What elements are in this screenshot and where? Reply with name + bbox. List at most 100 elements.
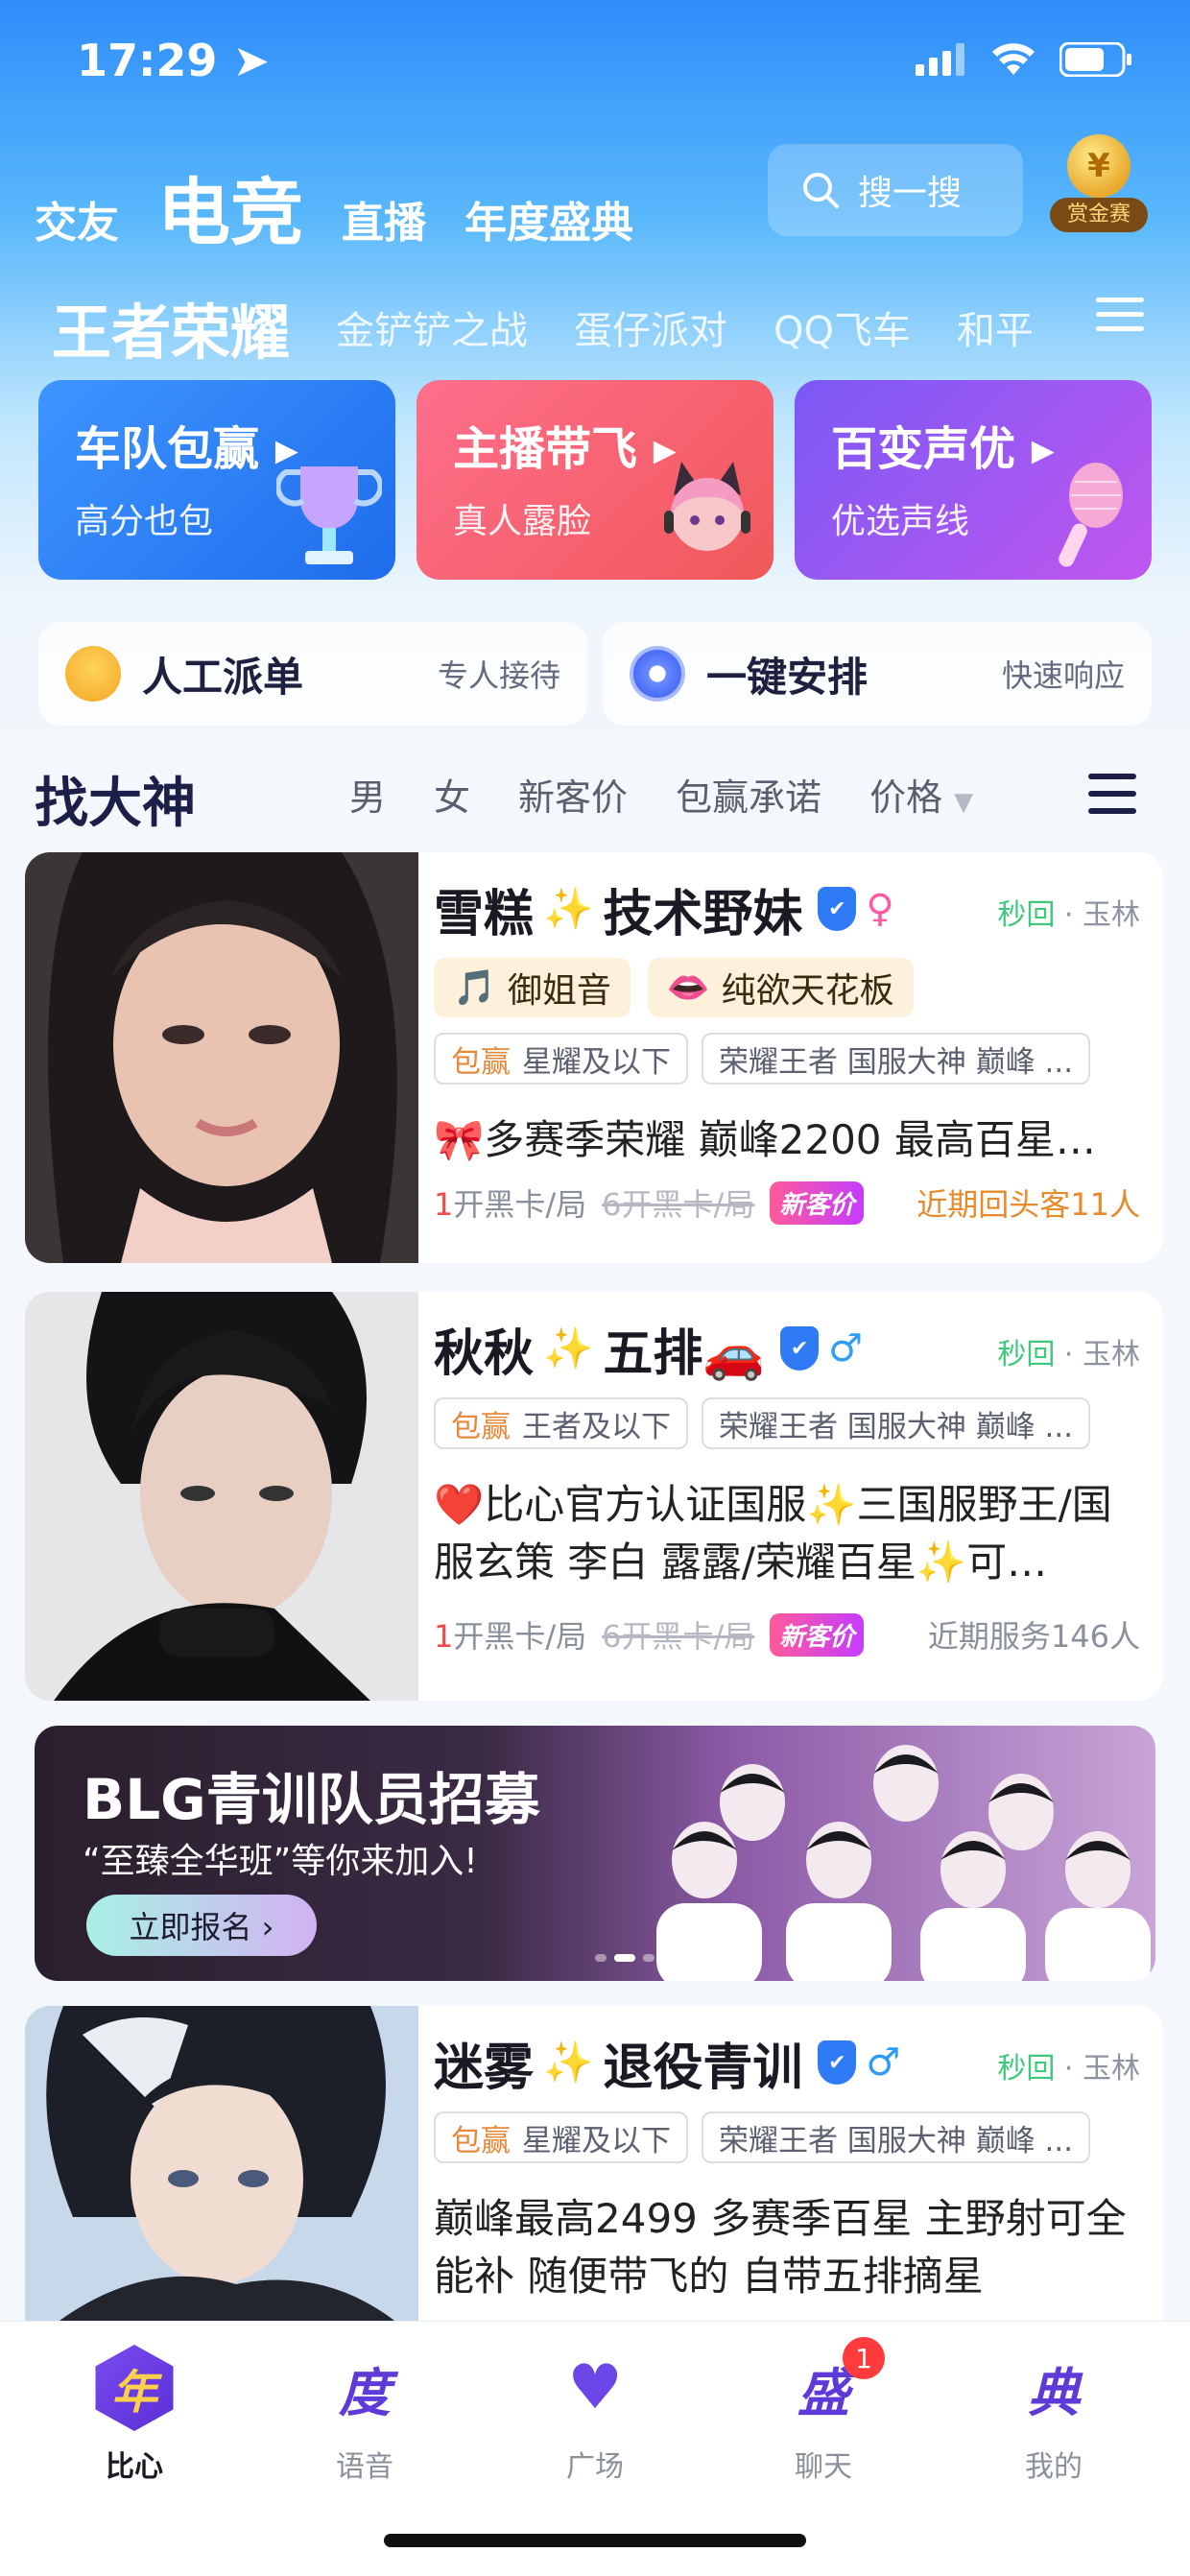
player-card[interactable]: 雪糕 ✨ 技术野妹 ✔ ♀ 秒回 · 玉林 🎵 御姐音 👄 纯欲天花板 包赢 星… [25, 852, 1163, 1263]
banner-title: BLG青训队员招募 [83, 1767, 540, 1832]
nav-label: 语音 [336, 2450, 393, 2484]
player-title: 技术野妹 [603, 885, 803, 943]
new-customer-badge: 新客价 [770, 1181, 865, 1225]
nav-label: 聊天 [795, 2450, 852, 2484]
tab-friends[interactable]: 交友 [35, 188, 119, 250]
microphone-icon [1059, 463, 1123, 567]
sparkle-icon: ✨ [543, 885, 594, 932]
win-guarantee-tag: 包赢 星耀及以下 [434, 2111, 688, 2163]
wifi-icon [992, 43, 1035, 75]
nav-profile[interactable]: 典 我的 [958, 2345, 1150, 2485]
anime-girl-avatar-icon [664, 462, 750, 551]
game-tab-honor-of-kings[interactable]: 王者荣耀 [52, 284, 290, 370]
service-one-click-arrange[interactable]: 一键安排 快速响应 [603, 622, 1152, 726]
nav-chat[interactable]: 盛 1 聊天 [727, 2337, 919, 2485]
recruitment-banner[interactable]: BLG青训队员招募 “至臻全华班”等你来加入! 立即报名 › [35, 1726, 1155, 1981]
filter-male[interactable]: 男 [349, 768, 386, 821]
tab-annual-gala[interactable]: 年度盛典 [464, 188, 633, 250]
nav-voice[interactable]: 度 语音 [269, 2345, 461, 2485]
promo-card-voice-actor[interactable]: 百变声优 ▸ 优选声线 [795, 380, 1152, 580]
search-input[interactable]: 搜一搜 [768, 144, 1023, 236]
player-title: 退役青训 [603, 2039, 803, 2097]
filter-menu-icon[interactable] [1088, 774, 1136, 814]
player-description: ❤️比心官方认证国服✨三国服野王/国服玄策 李白 露露/荣耀百星✨可… [434, 1481, 1112, 1586]
bounty-button[interactable]: ¥ 赏金赛 [1050, 134, 1148, 238]
section-title: 找大神 [35, 773, 196, 835]
nav-glyph: ♥ [567, 2352, 623, 2423]
tab-esports[interactable]: 电竞 [157, 154, 303, 259]
filter-win-guarantee[interactable]: 包赢承诺 [676, 768, 821, 821]
filter-new-customer-price[interactable]: 新客价 [518, 768, 628, 821]
player-photo [25, 1292, 418, 1701]
player-meta: 秒回 · 玉林 [997, 2052, 1140, 2086]
tag-text: 星耀及以下 [522, 1044, 671, 1080]
signup-button[interactable]: 立即报名 › [86, 1895, 317, 1956]
search-icon [803, 173, 839, 208]
player-photo [25, 2006, 418, 2332]
service-title: 人工派单 [142, 653, 304, 701]
bounty-label: 赏金赛 [1050, 198, 1148, 232]
player-description: 🎀多赛季荣耀 巅峰2200 最高百星… [434, 1116, 1096, 1163]
promo-card-streamer-carry[interactable]: 主播带飞 ▸ 真人露脸 [416, 380, 774, 580]
win-guarantee-tag: 包赢 王者及以下 [434, 1397, 688, 1449]
male-icon: ♂ [866, 2040, 901, 2085]
player-meta: 秒回 · 玉林 [997, 1338, 1140, 1371]
carousel-dots [595, 1954, 654, 1962]
player-location: 玉林 [1083, 2052, 1140, 2086]
game-tabs: 王者荣耀 金铲铲之战 蛋仔派对 QQ飞车 和平 [52, 284, 1034, 370]
voice-tag-label: 纯欲天花板 [721, 971, 894, 1011]
price-number: 1 [434, 1186, 454, 1223]
signal-icon [916, 43, 964, 76]
nav-square[interactable]: ♥ 广场 [499, 2345, 691, 2485]
compass-icon [630, 646, 685, 702]
rank-tag: 荣耀王者 国服大神 巅峰 ... [702, 2111, 1091, 2163]
tag-text: 星耀及以下 [522, 2123, 671, 2159]
service-subtitle: 快速响应 [1001, 657, 1125, 694]
price-row: 1开黑卡/局 6开黑卡/局 新客价 近期服务146人 [434, 1612, 1140, 1657]
service-manual-dispatch[interactable]: 人工派单 专人接待 [38, 622, 587, 726]
rank-tag: 荣耀王者 国服大神 巅峰 ... [702, 1397, 1091, 1449]
tag-text: 王者及以下 [522, 1409, 671, 1444]
player-card[interactable]: 秋秋 ✨ 五排🚗 ✔ ♂ 秒回 · 玉林 包赢 王者及以下 荣耀王者 国服大神 … [25, 1292, 1163, 1701]
game-tab-eggy-party[interactable]: 蛋仔派对 [574, 299, 727, 355]
game-menu-icon[interactable] [1096, 298, 1144, 331]
old-price: 6开黑卡/局 [602, 1186, 755, 1223]
player-photo [25, 852, 418, 1263]
nav-glyph: 典 [1028, 2362, 1080, 2423]
sparkle-icon: ✨ [543, 1324, 594, 1371]
game-tab-peace-elite[interactable]: 和平 [957, 299, 1034, 355]
player-name: 秋秋 [434, 1324, 535, 1383]
du-glyph-icon: 度 [321, 2345, 408, 2431]
banner-subtitle: “至臻全华班”等你来加入! [83, 1842, 478, 1881]
player-location: 玉林 [1083, 1338, 1140, 1371]
battery-icon [1059, 42, 1131, 77]
game-tab-golden-spatula[interactable]: 金铲铲之战 [336, 299, 528, 355]
old-price: 6开黑卡/局 [602, 1618, 755, 1655]
year-hexagon-icon: 年 [95, 2345, 174, 2431]
music-note-icon: 🎵 [453, 968, 496, 1008]
player-stat: 近期服务146人 [927, 1618, 1140, 1655]
price-unit: 开黑卡/局 [453, 1186, 587, 1223]
player-name: 迷雾 [434, 2039, 535, 2097]
team-photo [656, 1745, 1151, 1981]
lips-icon: 👄 [666, 968, 710, 1008]
tab-live[interactable]: 直播 [342, 188, 426, 250]
top-tabs: 交友 电竞 直播 年度盛典 [35, 154, 633, 259]
price-unit: 开黑卡/局 [453, 1618, 587, 1655]
promo-title: 百变声优 [831, 422, 1016, 476]
sparkle-icon: ✨ [543, 2039, 594, 2086]
nav-label: 比心 [106, 2450, 163, 2484]
promo-title: 车队包赢 [75, 422, 260, 476]
filter-price[interactable]: 价格 ▼ [869, 768, 973, 821]
reply-speed: 秒回 [997, 898, 1056, 932]
caret-down-icon: ▼ [954, 788, 974, 817]
nav-label: 我的 [1025, 2450, 1083, 2484]
player-card[interactable]: 迷雾 ✨ 退役青训 ✔ ♂ 秒回 · 玉林 包赢 星耀及以下 荣耀王者 国服大神… [25, 2006, 1163, 2332]
player-name: 雪糕 [434, 885, 535, 943]
promo-card-team-win[interactable]: 车队包赢 ▸ 高分也包 [38, 380, 395, 580]
game-tab-qq-speed[interactable]: QQ飞车 [774, 299, 911, 355]
player-stat: 近期回头客11人 [916, 1186, 1140, 1223]
new-customer-badge: 新客价 [770, 1612, 865, 1657]
nav-home[interactable]: 年 比心 [38, 2345, 230, 2485]
filter-female[interactable]: 女 [434, 768, 470, 821]
